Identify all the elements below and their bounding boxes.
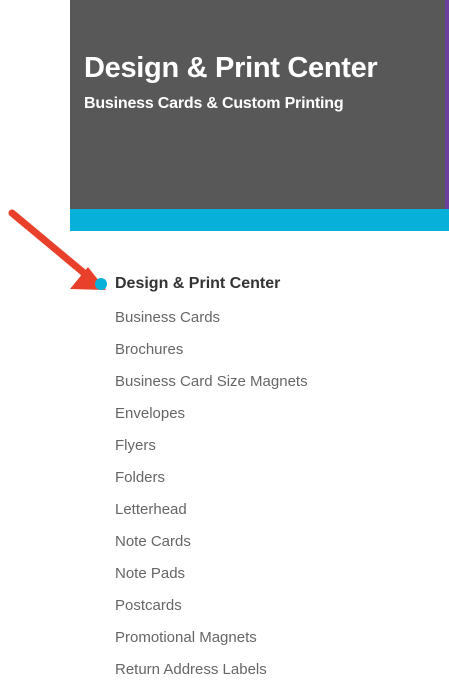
nav-item-design-print-center[interactable]: Design & Print Center xyxy=(92,268,308,300)
nav-item-folders[interactable]: Folders xyxy=(92,462,308,494)
header-banner: Design & Print Center Business Cards & C… xyxy=(70,0,449,231)
page-title: Design & Print Center xyxy=(84,52,378,84)
nav-item-promotional-magnets[interactable]: Promotional Magnets xyxy=(92,622,308,654)
category-nav: Design & Print Center Business Cards Bro… xyxy=(92,268,308,686)
nav-item-note-cards[interactable]: Note Cards xyxy=(92,526,308,558)
nav-item-business-cards[interactable]: Business Cards xyxy=(92,302,308,334)
nav-item-business-card-size-magnets[interactable]: Business Card Size Magnets xyxy=(92,366,308,398)
nav-item-envelopes[interactable]: Envelopes xyxy=(92,398,308,430)
active-bullet-icon xyxy=(95,278,107,290)
nav-item-brochures[interactable]: Brochures xyxy=(92,334,308,366)
accent-stripe xyxy=(70,209,449,231)
accent-edge xyxy=(445,0,449,209)
nav-item-letterhead[interactable]: Letterhead xyxy=(92,494,308,526)
page-subtitle: Business Cards & Custom Printing xyxy=(84,95,344,112)
nav-item-flyers[interactable]: Flyers xyxy=(92,430,308,462)
nav-item-postcards[interactable]: Postcards xyxy=(92,590,308,622)
page: Design & Print Center Business Cards & C… xyxy=(0,0,449,689)
nav-item-label: Design & Print Center xyxy=(115,275,281,292)
nav-item-return-address-labels[interactable]: Return Address Labels xyxy=(92,654,308,686)
nav-item-note-pads[interactable]: Note Pads xyxy=(92,558,308,590)
